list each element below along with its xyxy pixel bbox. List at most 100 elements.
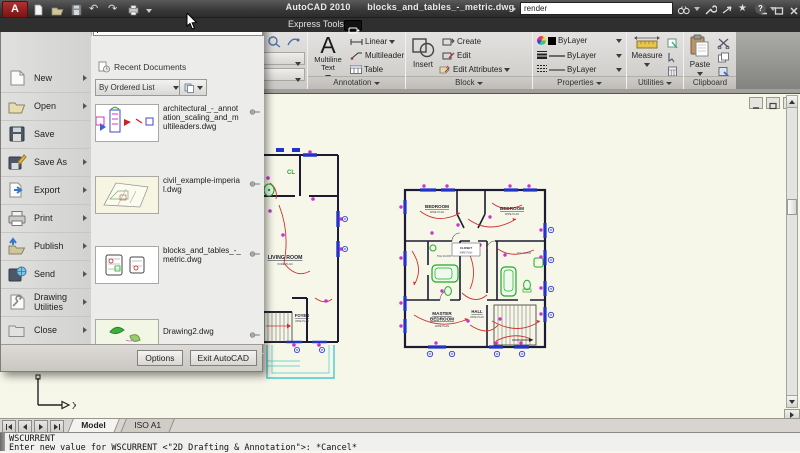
- qat-undo-icon[interactable]: ↶: [89, 3, 102, 15]
- pin-icon[interactable]: [249, 176, 261, 187]
- recent-doc-blocks-and-tables[interactable]: blocks_and_tables_-_metric.dwg: [95, 246, 261, 284]
- create-block-icon: [442, 38, 455, 46]
- search-expand-icon[interactable]: [512, 5, 516, 12]
- sort-order-dropdown[interactable]: By Ordered List: [95, 79, 183, 96]
- doc-minimize-icon[interactable]: [749, 97, 763, 109]
- object-color-dropdown[interactable]: ByLayer: [537, 36, 622, 45]
- exit-autocad-button[interactable]: Exit AutoCAD: [189, 350, 257, 366]
- menu-item-new[interactable]: New: [1, 64, 91, 93]
- scroll-thumb[interactable]: [787, 199, 797, 215]
- print-icon: [7, 209, 29, 227]
- edit-label: Edit: [457, 51, 471, 60]
- paste-icon: [690, 34, 709, 57]
- sort-order-label: By Ordered List: [99, 83, 155, 92]
- ribbon-empty-area: [736, 32, 800, 89]
- tab-model[interactable]: Model: [67, 419, 120, 433]
- view-mode-dropdown[interactable]: [179, 79, 207, 96]
- vertical-scrollbar[interactable]: [786, 95, 798, 408]
- linetype-value: ByLayer: [567, 65, 597, 74]
- linear-button[interactable]: Linear: [350, 37, 396, 46]
- publish-icon: [7, 237, 29, 255]
- menu-bottom-bar: Options Exit AutoCAD: [1, 344, 262, 371]
- tool-dropdown[interactable]: [261, 52, 305, 66]
- measure-button[interactable]: Measure: [629, 35, 665, 69]
- infocenter-search-input[interactable]: [520, 2, 673, 15]
- menu-item-save-as[interactable]: Save As: [1, 148, 91, 177]
- edit-attributes-button[interactable]: Edit Attributes: [439, 65, 511, 74]
- panel-label-properties[interactable]: Properties: [533, 76, 626, 89]
- doc-name: civil_example-imperial.dwg: [163, 176, 240, 194]
- tool-icon[interactable]: [267, 35, 281, 53]
- communication-center-icon[interactable]: [721, 3, 734, 15]
- command-window-grip[interactable]: [0, 433, 5, 451]
- autocad-logo-icon[interactable]: A: [2, 1, 28, 18]
- edit-block-button[interactable]: Edit: [442, 51, 471, 60]
- table-button[interactable]: Table: [350, 65, 383, 74]
- menu-item-drawing-utilities[interactable]: Drawing Utilities: [1, 288, 91, 317]
- recent-doc-drawing2[interactable]: Drawing2.dwg: [95, 319, 261, 347]
- panel-label-block[interactable]: Block: [406, 76, 532, 89]
- menu-item-close[interactable]: Close: [1, 316, 91, 345]
- menu-item-export[interactable]: Export: [1, 176, 91, 205]
- left-plan-fixtures: [263, 183, 275, 197]
- menu-item-send[interactable]: Send: [1, 260, 91, 289]
- subscription-wrench-icon[interactable]: [704, 3, 718, 15]
- tab-iso-a1[interactable]: ISO A1: [119, 419, 175, 433]
- ucs-icon: X: [35, 374, 76, 412]
- close-folder-icon: [7, 321, 29, 339]
- recent-doc-civil[interactable]: civil_example-imperial.dwg: [95, 176, 261, 214]
- linetype-dropdown[interactable]: ByLayer: [537, 64, 622, 75]
- tool-dropdown[interactable]: [261, 68, 305, 82]
- scroll-down-button[interactable]: [787, 395, 797, 407]
- favorites-star-icon[interactable]: ★: [738, 3, 751, 15]
- send-icon: [7, 265, 29, 283]
- help-dropdown-icon[interactable]: [770, 6, 776, 11]
- panel-label-utilities[interactable]: Utilities: [627, 76, 683, 89]
- linear-label: Linear: [365, 37, 388, 46]
- bedroom1-label: BEDROOM: [425, 204, 449, 209]
- right-plan-inner-walls: [405, 190, 545, 347]
- lineweight-dropdown[interactable]: ByLayer: [537, 50, 622, 61]
- pin-icon[interactable]: [249, 327, 261, 338]
- create-block-button[interactable]: Create: [442, 37, 481, 46]
- qat-save-icon[interactable]: [70, 3, 83, 15]
- ribbon-minimize-icon[interactable]: [344, 20, 362, 34]
- search-binoculars-icon[interactable]: [677, 3, 690, 15]
- multileader-button[interactable]: Multileader: [350, 51, 413, 60]
- hall-sublabel: WIRE PLAN: [470, 316, 484, 319]
- qat-new-icon[interactable]: [32, 3, 45, 15]
- doc-name: blocks_and_tables_-_metric.dwg: [163, 246, 241, 264]
- help-icon[interactable]: ?: [755, 3, 766, 14]
- pin-icon[interactable]: [249, 104, 261, 115]
- qat-open-icon[interactable]: [51, 3, 64, 15]
- options-button[interactable]: Options: [137, 350, 183, 366]
- menu-item-save[interactable]: Save: [1, 120, 91, 149]
- left-floorplan: CL LIVING ROOM WIRE PLAN FOYER WIRE PLAN: [263, 148, 348, 379]
- recent-doc-architectural[interactable]: architectural_-_annotation_scaling_and_m…: [95, 104, 261, 142]
- tool-icon[interactable]: [286, 35, 300, 53]
- measure-ruler-icon: [634, 36, 660, 49]
- tab-express-tools[interactable]: Express Tools: [282, 17, 350, 32]
- qat-redo-icon[interactable]: ↷: [108, 3, 121, 15]
- multiline-text-button[interactable]: A Multiline Text: [310, 34, 346, 81]
- panel-label-annotation[interactable]: Annotation: [308, 76, 405, 89]
- scroll-up-button[interactable]: [787, 96, 797, 108]
- doc-restore-icon[interactable]: [766, 97, 780, 110]
- command-line-window[interactable]: WSCURRENT Enter new value for WSCURRENT …: [0, 432, 800, 453]
- pin-icon[interactable]: [249, 246, 261, 257]
- menu-item-open[interactable]: Open: [1, 92, 91, 121]
- panel-clipboard: Paste Clipboard: [683, 32, 737, 89]
- save-floppy-icon: [7, 125, 29, 143]
- paste-button[interactable]: Paste: [686, 34, 714, 78]
- submenu-arrow-icon: [83, 327, 87, 333]
- panel-utilities: Measure Utilities: [626, 32, 684, 89]
- insert-button[interactable]: Insert: [409, 36, 437, 69]
- close-icon[interactable]: [788, 3, 800, 15]
- infocenter: ★ ?: [512, 2, 776, 15]
- menu-item-print[interactable]: Print: [1, 204, 91, 233]
- qat-dropdown-icon[interactable]: [146, 8, 152, 13]
- menu-item-publish[interactable]: Publish: [1, 232, 91, 261]
- measure-label: Measure: [631, 51, 663, 60]
- search-dropdown-icon[interactable]: [694, 6, 700, 11]
- qat-plot-icon[interactable]: [127, 3, 140, 15]
